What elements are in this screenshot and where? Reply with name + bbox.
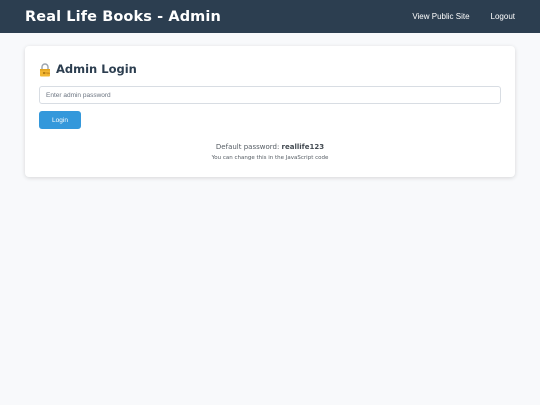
login-heading: Admin Login (39, 60, 501, 78)
admin-password-input[interactable] (39, 86, 501, 104)
default-password-hint: Default password: reallife123 (25, 143, 515, 151)
top-navigation-bar: Real Life Books - Admin View Public Site… (0, 0, 540, 33)
lock-with-key-icon (39, 62, 51, 77)
site-title: Real Life Books - Admin (25, 8, 221, 25)
hint-subtext: You can change this in the JavaScript co… (211, 155, 329, 161)
view-public-site-link[interactable]: View Public Site (406, 8, 475, 25)
logout-link[interactable]: Logout (485, 8, 521, 25)
hint-label: Default password: (215, 143, 280, 151)
login-button[interactable]: Login (39, 111, 81, 129)
hint-password-value: reallife123 (281, 143, 325, 151)
login-title: Admin Login (56, 62, 137, 76)
header-nav: View Public Site Logout (406, 8, 515, 25)
login-card: Admin Login Login Default password: real… (25, 46, 515, 177)
